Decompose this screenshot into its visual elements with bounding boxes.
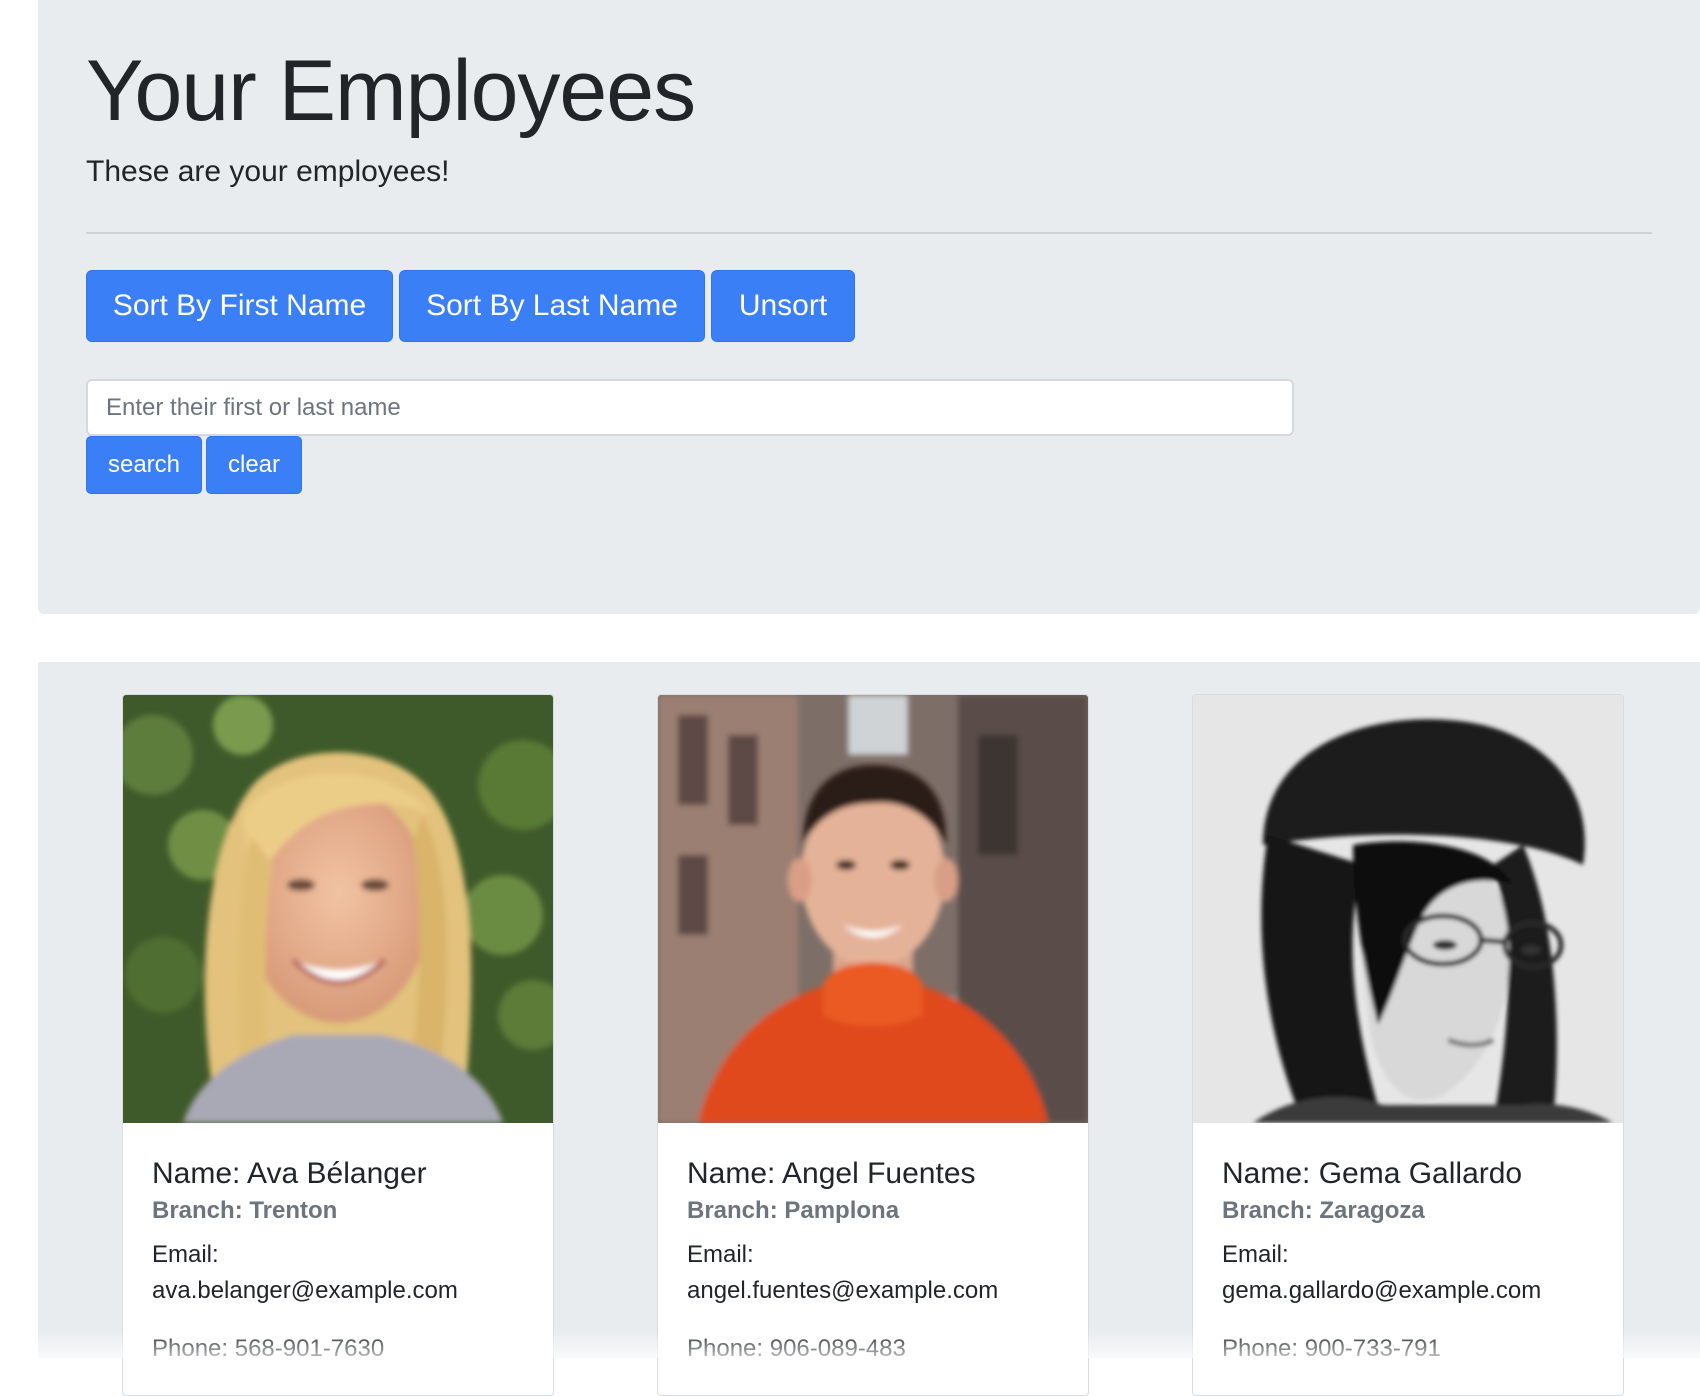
search-input[interactable] <box>86 379 1294 436</box>
employee-email: angel.fuentes@example.com <box>687 1277 999 1304</box>
employee-name: Name: Angel Fuentes <box>687 1157 976 1190</box>
employee-photo <box>658 695 1088 1123</box>
employee-email-label: Email: <box>687 1241 754 1268</box>
employee-card: Name: Gema Gallardo Branch: Zaragoza Ema… <box>1192 694 1624 1396</box>
divider <box>86 232 1652 234</box>
employee-branch: Branch: Pamplona <box>687 1197 900 1224</box>
header-jumbotron: Your Employees These are your employees!… <box>38 0 1700 614</box>
sort-first-name-button[interactable]: Sort By First Name <box>86 270 393 342</box>
employee-email-label: Email: <box>152 1241 219 1268</box>
employee-photo <box>123 695 553 1123</box>
page-title: Your Employees <box>86 43 696 139</box>
employee-card: Name: Ava Bélanger Branch: Trenton Email… <box>122 694 554 1396</box>
employee-phone: Phone: 568-901-7630 <box>152 1335 385 1362</box>
employee-email: gema.gallardo@example.com <box>1222 1277 1542 1304</box>
employee-email-label: Email: <box>1222 1241 1289 1268</box>
employee-name: Name: Ava Bélanger <box>152 1157 427 1190</box>
employee-phone: Phone: 906-089-483 <box>687 1335 906 1362</box>
employee-photo <box>1193 695 1623 1123</box>
employee-card: Name: Angel Fuentes Branch: Pamplona Ema… <box>657 694 1089 1396</box>
page-lead: These are your employees! <box>86 155 450 188</box>
unsort-button[interactable]: Unsort <box>711 270 855 342</box>
employee-phone: Phone: 900-733-791 <box>1222 1335 1441 1362</box>
employee-grid: Name: Ava Bélanger Branch: Trenton Email… <box>38 662 1700 1396</box>
employee-name: Name: Gema Gallardo <box>1222 1157 1523 1190</box>
employee-branch: Branch: Trenton <box>152 1197 338 1224</box>
sort-last-name-button[interactable]: Sort By Last Name <box>399 270 705 342</box>
employee-email: ava.belanger@example.com <box>152 1277 458 1304</box>
search-button[interactable]: search <box>86 436 202 494</box>
employee-branch: Branch: Zaragoza <box>1222 1197 1425 1224</box>
clear-button[interactable]: clear <box>206 436 302 494</box>
